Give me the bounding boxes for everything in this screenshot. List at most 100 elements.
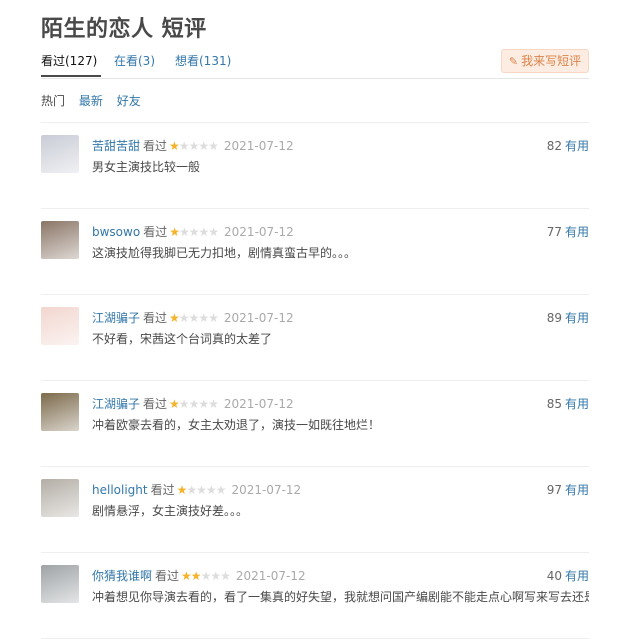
watch-status: 看过: [143, 225, 168, 239]
comment-item: 江湖骗子 看过 ★★★★★ 2021-07-12 89 有用 不好看，宋茜这个台词真的太差了: [41, 295, 589, 381]
star-empty-icon: ★: [220, 569, 231, 583]
user-avatar[interactable]: [41, 135, 79, 173]
star-empty-icon: ★: [208, 397, 219, 411]
star-empty-icon: ★: [210, 569, 221, 583]
star-empty-icon: ★: [215, 483, 227, 497]
comment-text: 男女主演技比较一般: [92, 160, 201, 174]
comment-date: 2021-07-12: [231, 483, 302, 497]
user-avatar[interactable]: [41, 565, 79, 603]
comment-date: 2021-07-12: [224, 225, 294, 239]
comment-meta: 苦甜苦甜 看过 ★★★★★ 2021-07-12: [92, 137, 294, 154]
comment-meta: bwsowo 看过 ★★★★★ 2021-07-12: [92, 223, 294, 240]
page-title: 陌生的恋人 短评: [41, 17, 207, 42]
user-avatar[interactable]: [41, 307, 79, 345]
user-avatar[interactable]: [41, 479, 79, 517]
comment-meta: 江湖骗子 看过 ★★★★★ 2021-07-12: [92, 309, 294, 326]
star-empty-icon: ★: [178, 397, 190, 411]
filter-hot[interactable]: 热门: [41, 94, 65, 108]
comment-date: 2021-07-12: [223, 139, 294, 153]
comment-item: 江湖骗子 看过 ★★★★★ 2021-07-12 85 有用冲着欧豪去看的，女主太劝退了，…: [41, 381, 589, 467]
watch-status: 看过: [155, 569, 180, 583]
comment-date: 2021-07-12: [235, 569, 306, 583]
rating-stars: ★★★★★: [176, 483, 227, 497]
star-empty-icon: ★: [196, 483, 207, 497]
star-filled-icon: ★: [169, 225, 180, 239]
star-empty-icon: ★: [188, 311, 200, 325]
comment-meta: hellolight 看过 ★★★★★ 2021-07-12: [92, 481, 301, 498]
comment-meta: 你猜我谁啊 看过 ★★★★★ 2021-07-12: [92, 567, 306, 584]
star-empty-icon: ★: [188, 139, 200, 153]
useful-button[interactable]: 有用: [565, 483, 589, 497]
useful-button[interactable]: 有用: [565, 569, 589, 583]
star-filled-icon: ★: [169, 397, 180, 411]
watch-status: 看过: [143, 311, 168, 325]
star-empty-icon: ★: [198, 311, 209, 325]
filter-friends[interactable]: 好友: [117, 94, 141, 108]
rating-stars: ★★★★★: [169, 225, 219, 239]
useful-button[interactable]: 有用: [565, 397, 589, 411]
star-empty-icon: ★: [178, 311, 190, 325]
star-empty-icon: ★: [205, 483, 217, 497]
star-empty-icon: ★: [178, 225, 190, 239]
watch-status: 看过: [150, 483, 175, 497]
username-link[interactable]: 江湖骗子: [92, 311, 140, 325]
vote-area: 40 有用: [547, 567, 589, 584]
useful-button[interactable]: 有用: [565, 225, 589, 239]
tab-watching[interactable]: 在看(3): [114, 52, 155, 69]
star-filled-icon: ★: [169, 311, 180, 325]
star-empty-icon: ★: [198, 397, 209, 411]
useful-button[interactable]: 有用: [565, 139, 589, 153]
comment-date: 2021-07-12: [223, 311, 294, 325]
star-filled-icon: ★: [181, 569, 192, 583]
username-link[interactable]: 苦甜苦甜: [92, 139, 140, 153]
username-link[interactable]: bwsowo: [92, 225, 140, 239]
rating-stars: ★★★★★: [169, 139, 219, 153]
vote-area: 82 有用: [547, 137, 589, 154]
pencil-icon: ✎: [508, 55, 519, 68]
write-comment-button[interactable]: ✎ 我来写短评: [501, 49, 589, 73]
tab-watched[interactable]: 看过(127): [41, 52, 102, 77]
user-avatar[interactable]: [41, 393, 79, 431]
comment-text: 冲着欧豪去看的，女主太劝退了，演技一如既往地烂！: [92, 418, 381, 432]
star-empty-icon: ★: [198, 139, 209, 153]
star-empty-icon: ★: [198, 225, 210, 239]
comment-text: 剧情悬浮，女主演技好差。。。: [92, 504, 249, 518]
rating-stars: ★★★★★: [169, 311, 219, 325]
comment-list: 苦甜苦甜 看过 ★★★★★ 2021-07-12 82 有用 男女主演技比较一般 bwsowo…: [41, 122, 589, 639]
sort-filters: 热门 最新 好友: [41, 92, 151, 109]
comment-item: bwsowo 看过 ★★★★★ 2021-07-12 77 有用 这演技尬得我脚已无力扣地，…: [41, 209, 589, 295]
comment-text: 这演技尬得我脚已无力扣地，剧情真蛮古早的。。。: [92, 246, 357, 260]
watch-status: 看过: [143, 397, 168, 411]
star-empty-icon: ★: [188, 225, 200, 239]
vote-area: 77 有用: [547, 223, 589, 240]
rating-stars: ★★★★★: [181, 569, 231, 583]
star-empty-icon: ★: [188, 397, 200, 411]
comment-meta: 江湖骗子 看过 ★★★★★ 2021-07-12: [92, 395, 294, 412]
write-comment-label: 我来写短评: [521, 54, 582, 68]
user-avatar[interactable]: [41, 221, 79, 259]
rating-stars: ★★★★★: [169, 397, 219, 411]
star-empty-icon: ★: [200, 569, 212, 583]
username-link[interactable]: 江湖骗子: [92, 397, 140, 411]
star-empty-icon: ★: [178, 139, 190, 153]
vote-area: 89 有用: [547, 309, 589, 326]
star-empty-icon: ★: [186, 483, 197, 497]
tab-wish[interactable]: 想看(131): [175, 52, 231, 69]
useful-button[interactable]: 有用: [565, 311, 589, 325]
star-empty-icon: ★: [208, 311, 219, 325]
username-link[interactable]: hellolight: [92, 483, 148, 497]
vote-area: 97 有用: [547, 481, 589, 498]
username-link[interactable]: 你猜我谁啊: [92, 569, 152, 583]
filter-latest[interactable]: 最新: [79, 94, 103, 108]
star-filled-icon: ★: [169, 139, 180, 153]
comment-text: 不好看，宋茜这个台词真的太差了: [92, 332, 273, 346]
vote-count: 85: [546, 397, 562, 411]
vote-count: 40: [546, 569, 562, 583]
star-filled-icon: ★: [176, 483, 188, 497]
star-empty-icon: ★: [208, 139, 219, 153]
star-empty-icon: ★: [208, 225, 219, 239]
vote-count: 89: [546, 311, 562, 325]
comment-item: hellolight 看过 ★★★★★ 2021-07-12 97 有用 剧情悬浮，女主演技…: [41, 467, 589, 553]
watch-status: 看过: [143, 139, 168, 153]
comment-text: 冲着想见你导演去看的，看了一集真的好失望，我就想问国产编剧能不能走点心啊写来写去…: [92, 590, 589, 604]
